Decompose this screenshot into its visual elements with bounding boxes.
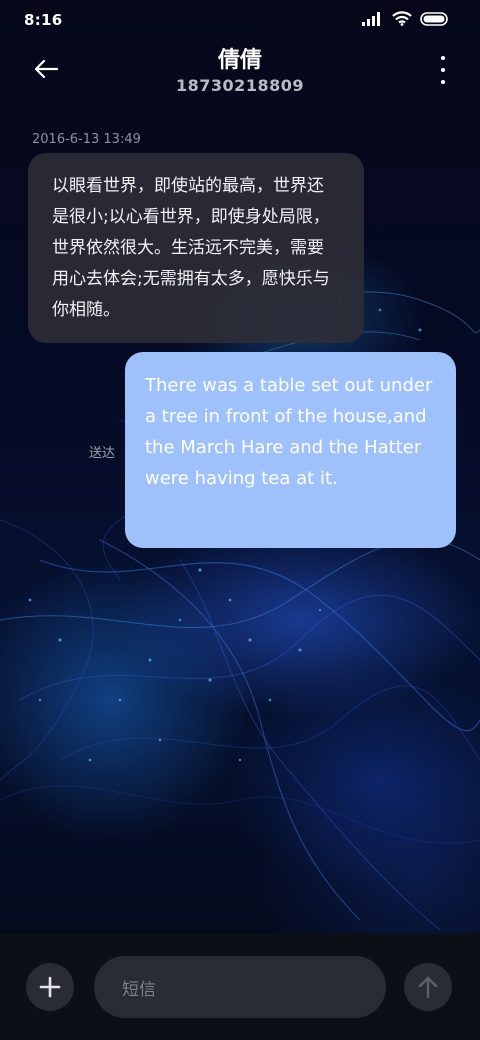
sms-input[interactable]: 短信 bbox=[94, 956, 386, 1018]
contact-number: 18730218809 bbox=[176, 76, 304, 95]
composer-bar: 短信 bbox=[0, 934, 480, 1040]
sms-input-placeholder: 短信 bbox=[122, 979, 156, 1000]
sms-conversation-screen: 8:16 倩倩 18730218809 2016-6-13 13:49 以眼看世… bbox=[0, 0, 480, 1040]
battery-icon bbox=[420, 11, 448, 26]
message-timestamp: 2016-6-13 13:49 bbox=[32, 132, 141, 147]
add-attachment-button[interactable] bbox=[26, 963, 74, 1011]
status-time: 8:16 bbox=[24, 11, 63, 29]
wifi-icon bbox=[392, 11, 412, 26]
status-bar: 8:16 bbox=[0, 0, 480, 40]
outgoing-message-bubble[interactable]: There was a table set out under a tree i… bbox=[125, 352, 456, 548]
conversation-header: 倩倩 18730218809 bbox=[0, 40, 480, 104]
signal-icon bbox=[362, 11, 380, 26]
incoming-message-bubble[interactable]: 以眼看世界，即使站的最高，世界还是很小;以心看世界，即使身处局限，世界依然很大。… bbox=[28, 153, 364, 343]
outgoing-message-text: There was a table set out under a tree i… bbox=[145, 375, 433, 489]
send-arrow-icon bbox=[418, 976, 438, 999]
send-button[interactable] bbox=[404, 963, 452, 1011]
more-vertical-icon bbox=[441, 56, 445, 60]
contact-name: 倩倩 bbox=[217, 48, 262, 73]
status-icons bbox=[362, 11, 450, 26]
delivery-status: 送达 bbox=[89, 446, 116, 461]
plus-icon bbox=[39, 976, 61, 998]
more-options-button[interactable] bbox=[436, 56, 450, 84]
incoming-message-text: 以眼看世界，即使站的最高，世界还是很小;以心看世界，即使身处局限，世界依然很大。… bbox=[52, 176, 330, 320]
